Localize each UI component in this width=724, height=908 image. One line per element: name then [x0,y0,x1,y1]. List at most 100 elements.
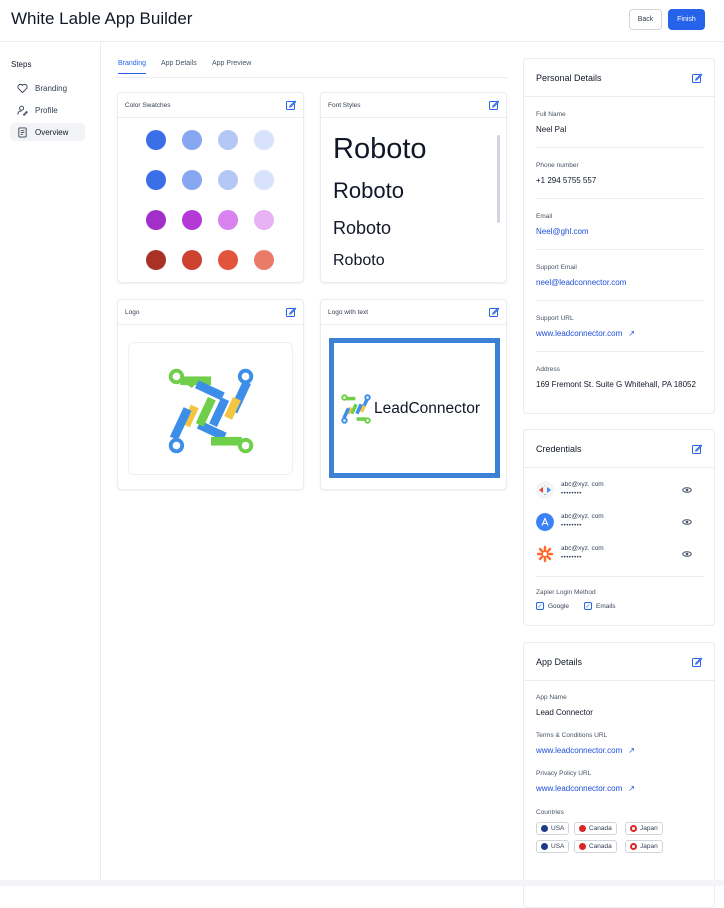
divider [536,351,704,352]
heart-icon [17,83,28,93]
font-sample-sm: Roboto [333,252,385,269]
credentials-card: Credentials abc@xyz. com •••••••• abc@xy… [523,429,715,626]
edit-icon[interactable] [692,657,702,667]
card-title: Credentials [536,444,582,454]
country-badge: Japan [625,822,663,835]
email-value[interactable]: Neel@ghl.com [536,226,589,238]
personal-details-card: Personal Details Full Name Neel Pal Phon… [523,58,715,414]
external-link-icon: ↗ [628,784,635,793]
country-badge: Canada [574,840,617,853]
user-edit-icon [17,105,28,116]
check-icon: ✓ [584,602,592,610]
australia-flag-icon [541,843,548,850]
color-swatch[interactable] [254,170,274,190]
tab-branding[interactable]: Branding [118,60,147,74]
color-swatch[interactable] [146,170,166,190]
external-link-icon: ↗ [628,746,635,755]
step-branding[interactable]: Branding [10,79,85,97]
eye-icon[interactable] [682,518,692,526]
logo-card: Logo [117,299,304,490]
country-badge: Japan [625,840,663,853]
card-title: Color Swatches [125,102,171,109]
step-label: Profile [35,105,58,115]
full-name-label: Full Name [536,111,566,118]
credential-email: abc@xyz. com [561,481,604,488]
app-name-value: Lead Connector [536,708,593,717]
country-badge: Canada [574,822,617,835]
color-swatch[interactable] [254,250,274,270]
color-swatch[interactable] [146,130,166,150]
edit-icon[interactable] [489,307,499,317]
edit-icon[interactable] [286,307,296,317]
logo-wordmark: LeadConnector [374,400,480,417]
support-url-label: Support URL [536,315,574,322]
color-swatch[interactable] [254,210,274,230]
emails-checkbox[interactable]: ✓ Emails [584,602,616,610]
color-swatch[interactable] [254,130,274,150]
step-label: Branding [35,83,68,93]
app-store-icon [536,513,554,531]
country-name: USA [551,843,565,850]
country-name: Japan [640,843,658,850]
scrollbar[interactable] [497,135,500,223]
country-name: Canada [589,843,612,850]
logo-with-text-card: Logo with text LeadConnector [320,299,507,490]
terms-url: www.leadconnector.com [536,746,623,755]
support-url-link[interactable]: www.leadconnector.com ↗ [536,328,635,340]
checkbox-label: Emails [596,602,616,610]
card-title: Logo [125,309,140,316]
divider [536,576,704,577]
step-profile[interactable]: Profile [10,101,85,119]
color-swatch[interactable] [182,130,202,150]
page-title: White Lable App Builder [11,9,193,28]
finish-button[interactable]: Finish [668,9,705,30]
address-label: Address [536,366,560,373]
support-email-label: Support Email [536,264,577,271]
step-overview[interactable]: Overview [10,123,85,141]
canada-flag-icon [579,843,586,850]
eye-icon[interactable] [682,550,692,558]
privacy-url: www.leadconnector.com [536,784,623,793]
color-swatch[interactable] [182,170,202,190]
country-name: USA [551,825,565,832]
color-swatch[interactable] [146,250,166,270]
checkbox-label: Google [548,602,569,610]
leadconnector-logo [168,368,254,454]
color-swatch[interactable] [218,210,238,230]
edit-icon[interactable] [286,100,296,110]
full-name-value: Neel Pal [536,125,567,134]
eye-icon[interactable] [682,486,692,494]
summary-panel: Personal Details Full Name Neel Pal Phon… [510,42,724,908]
phone-value: +1 294 5755 557 [536,176,597,185]
phone-label: Phone number [536,162,579,169]
color-swatch[interactable] [218,130,238,150]
font-sample-md: Roboto [333,218,392,238]
country-badge: USA [536,840,570,853]
font-sample-lg: Roboto [333,178,404,203]
privacy-label: Privacy Policy URL [536,770,592,777]
privacy-link[interactable]: www.leadconnector.com ↗ [536,783,635,795]
card-title: Font Styles [328,102,361,109]
color-swatch[interactable] [146,210,166,230]
credential-email: abc@xyz. com [561,545,604,552]
color-swatch[interactable] [182,210,202,230]
steps-sidebar: Steps Branding Profile Overview [0,42,101,886]
edit-icon[interactable] [489,100,499,110]
japan-flag-icon [630,825,637,832]
tab-app-details[interactable]: App Details [161,60,197,73]
color-swatch[interactable] [218,250,238,270]
terms-link[interactable]: www.leadconnector.com ↗ [536,745,635,757]
card-title: App Details [536,657,583,667]
edit-icon[interactable] [692,73,702,83]
app-name-label: App Name [536,694,567,701]
color-swatch[interactable] [182,250,202,270]
credential-password: •••••••• [561,491,582,497]
support-email-value[interactable]: neel@leadconnector.com [536,277,626,289]
edit-icon[interactable] [692,444,702,454]
main-content: Branding App Details App Preview Color S… [101,42,510,886]
logo-text-frame: LeadConnector [329,338,500,478]
back-button[interactable]: Back [629,9,662,30]
color-swatch[interactable] [218,170,238,190]
tab-app-preview[interactable]: App Preview [212,60,251,73]
google-checkbox[interactable]: ✓ Google [536,602,569,610]
